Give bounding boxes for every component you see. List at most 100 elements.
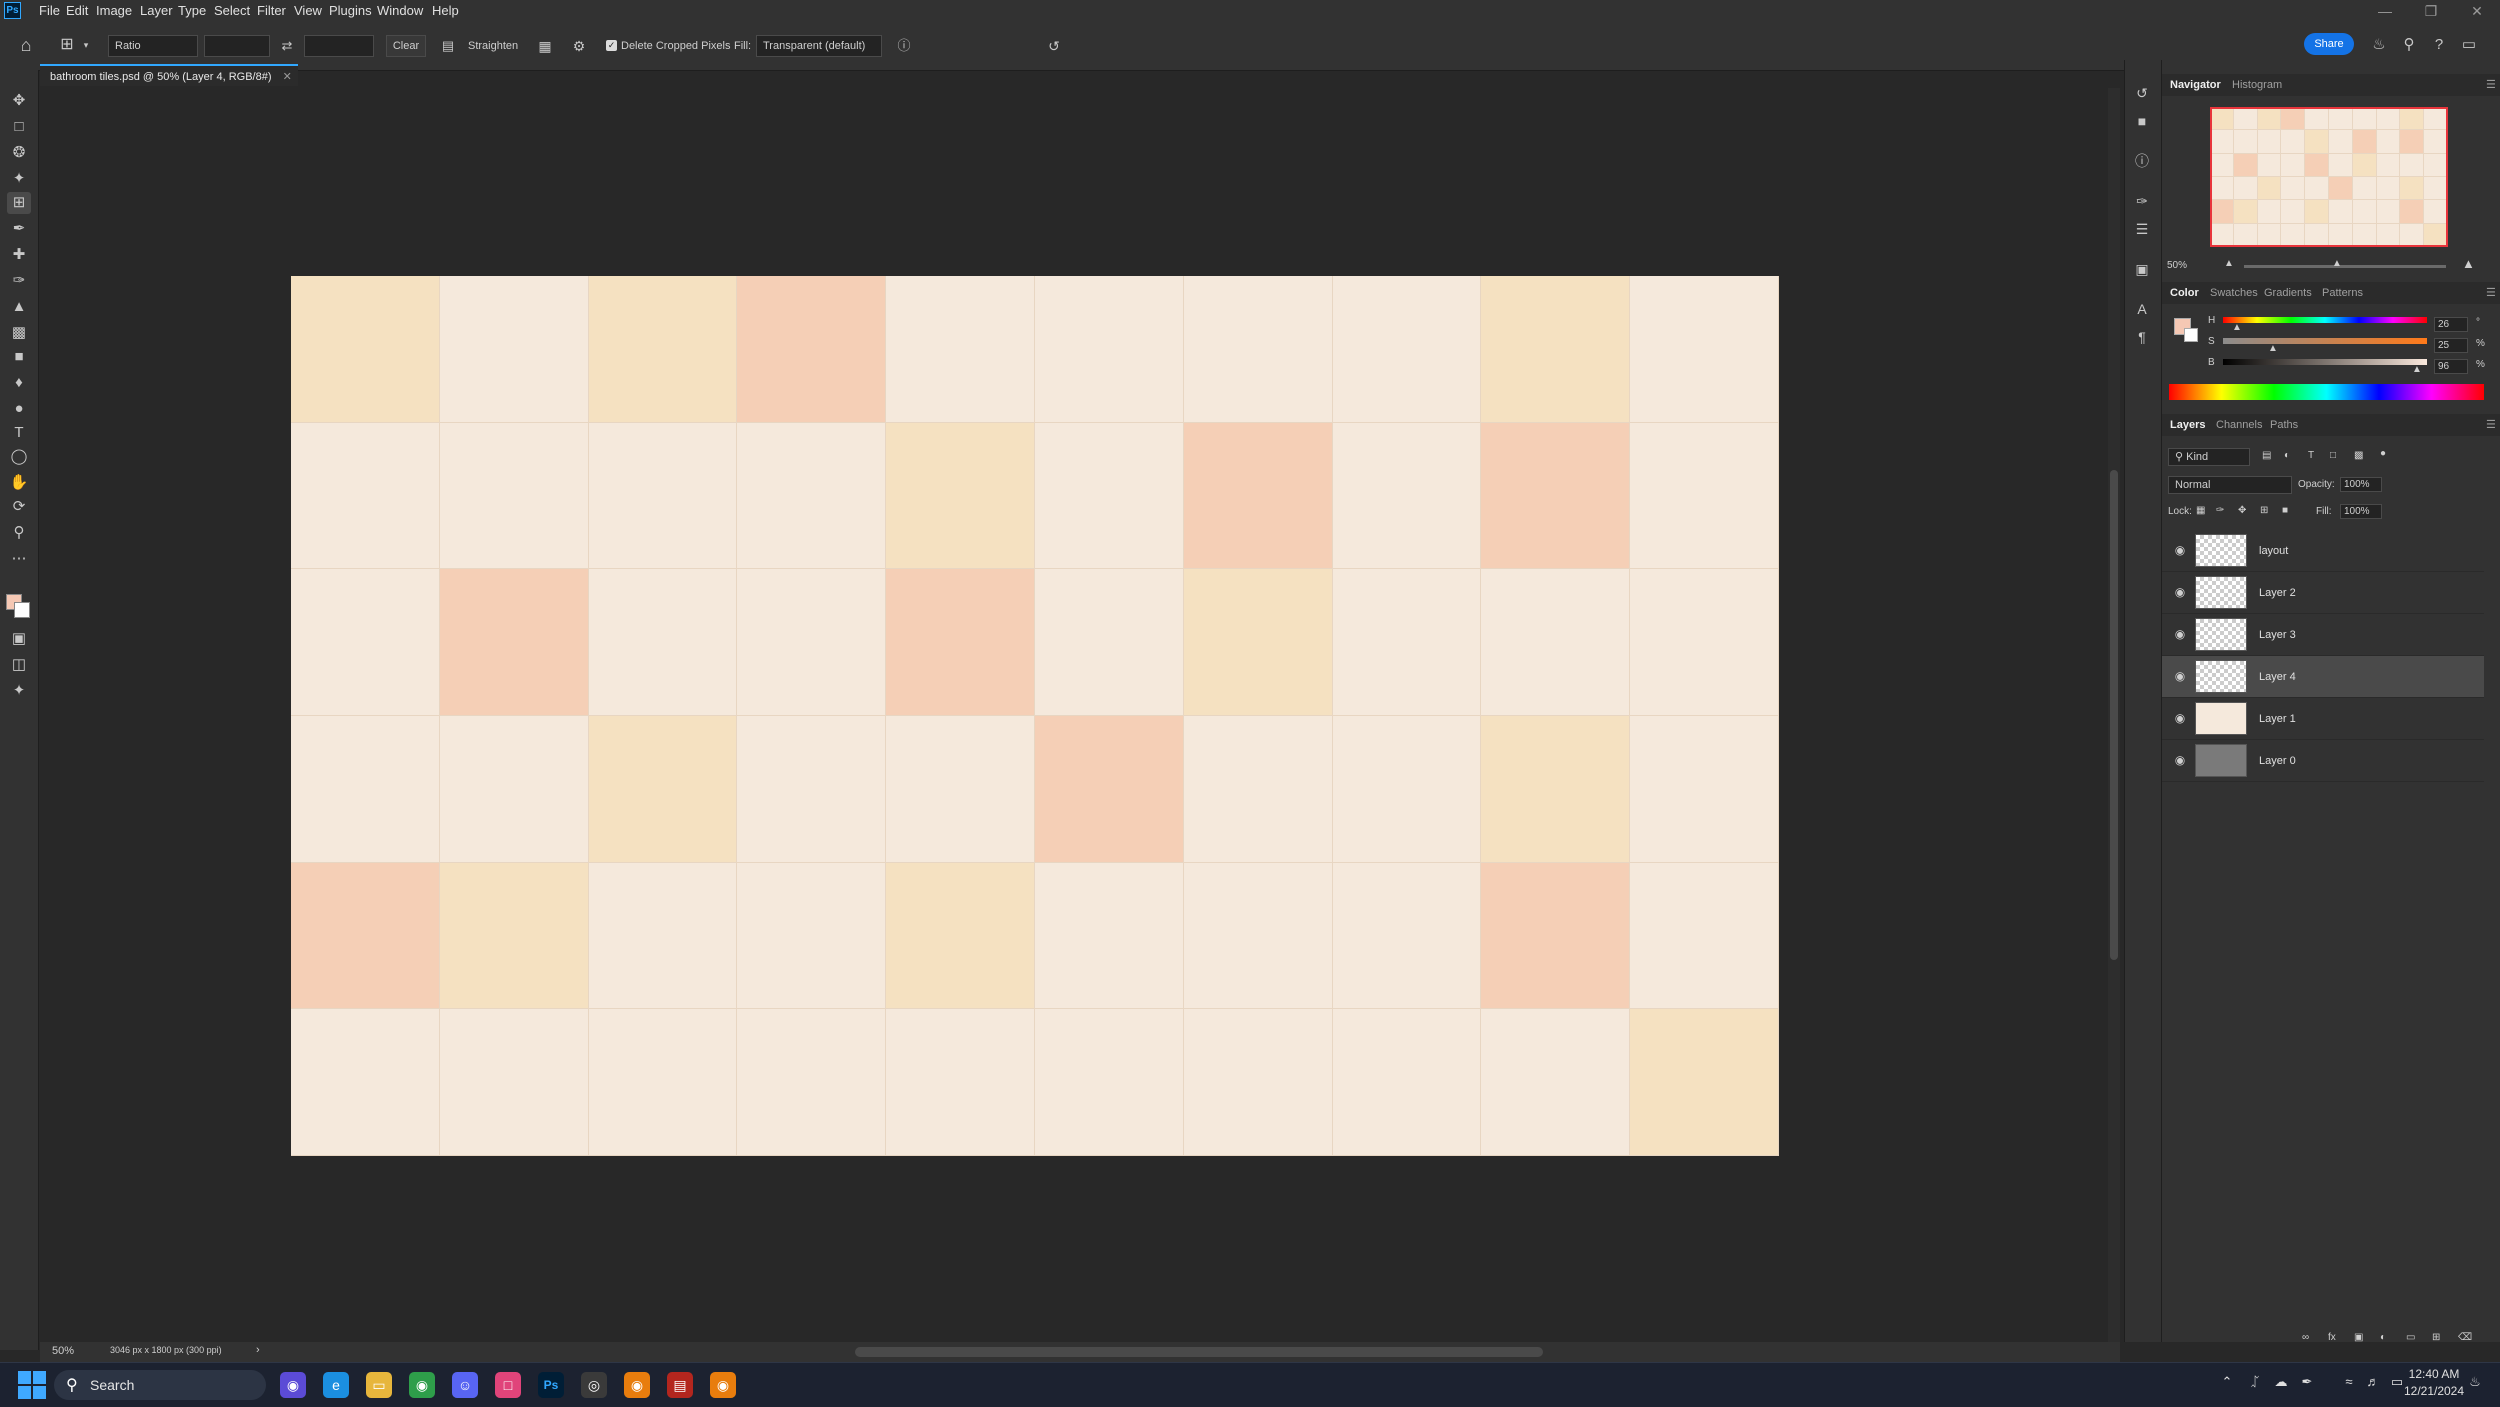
zoom-in-icon[interactable]: ▲ [2462, 256, 2475, 271]
new-group-icon[interactable]: ▭ [2406, 1332, 2415, 1343]
visibility-eye-icon[interactable]: ◉ [2173, 543, 2187, 557]
hue-value-field[interactable]: 26 [2434, 317, 2468, 332]
quick-mask-icon[interactable]: ▣ [7, 628, 31, 650]
layer-row[interactable]: ◉ Layer 1 [2162, 698, 2484, 740]
layer-row[interactable]: ◉ Layer 2 [2162, 572, 2484, 614]
opacity-field[interactable]: 100% [2340, 477, 2382, 492]
layer-thumbnail[interactable] [2195, 576, 2247, 609]
screen-mode-icon[interactable]: ◫ [7, 654, 31, 676]
gear-icon[interactable]: ⚙ [568, 35, 590, 57]
crop-tool-preset-icon[interactable]: ⊞ [56, 34, 78, 56]
copilot-icon[interactable]: ◉ [280, 1372, 306, 1398]
lock-paint-icon[interactable]: ✑ [2216, 505, 2224, 516]
adjustment-layer-icon[interactable]: ◐ [2380, 1332, 2386, 1343]
link-layers-icon[interactable]: ∞ [2302, 1332, 2309, 1343]
document-tab[interactable]: bathroom tiles.psd @ 50% (Layer 4, RGB/8… [40, 64, 298, 86]
generative-icon[interactable]: ✦ [7, 680, 31, 702]
hand-tool-icon[interactable]: ✋ [7, 472, 31, 494]
filter-shape-icon[interactable]: □ [2330, 450, 2336, 461]
search-icon[interactable]: ⚲ [2398, 34, 2420, 56]
lock-position-icon[interactable]: ✥ [2238, 505, 2246, 516]
crop-tool-icon[interactable]: ⊞ [7, 192, 31, 214]
info-icon[interactable]: ⓘ [894, 35, 914, 57]
straighten-label[interactable]: Straighten [468, 35, 518, 57]
navigator-view-box[interactable] [2210, 107, 2448, 247]
brush-tool-icon[interactable]: ✑ [7, 270, 31, 292]
history-icon[interactable]: ↺ [2131, 82, 2153, 104]
navigator-zoom-handle[interactable]: ▲ [2332, 258, 2342, 269]
paragraph-icon[interactable]: ¶ [2131, 326, 2153, 348]
layers-panel-menu-icon[interactable]: ☰ [2486, 418, 2496, 431]
file-explorer-icon[interactable]: ▭ [366, 1372, 392, 1398]
clone-stamp-tool-icon[interactable]: ▲ [7, 296, 31, 318]
visibility-eye-icon[interactable]: ◉ [2173, 585, 2187, 599]
healing-brush-tool-icon[interactable]: ✚ [7, 244, 31, 266]
wifi-icon[interactable]: ≈ [2340, 1374, 2358, 1389]
menu-plugins[interactable]: Plugins [325, 2, 376, 20]
menu-layer[interactable]: Layer [136, 2, 177, 20]
layer-thumbnail[interactable] [2195, 618, 2247, 651]
help-icon[interactable]: ? [2428, 34, 2450, 56]
panel-menu-icon[interactable]: ☰ [2486, 78, 2496, 91]
magic-wand-tool-icon[interactable]: ✦ [7, 168, 31, 190]
blender-icon[interactable]: ◉ [624, 1372, 650, 1398]
fx-icon[interactable]: fx [2328, 1332, 2336, 1343]
paint-bucket-tool-icon[interactable]: ♦ [7, 372, 31, 394]
color-spectrum-bar[interactable] [2169, 384, 2484, 400]
volume-icon[interactable]: ♬ [2364, 1374, 2382, 1389]
close-button[interactable]: ✕ [2454, 0, 2500, 22]
more-tools-icon[interactable]: ⋯ [7, 548, 31, 570]
fill-select[interactable]: Transparent (default) [756, 35, 882, 57]
layer-thumbnail[interactable] [2195, 660, 2247, 693]
layer-fill-field[interactable]: 100% [2340, 504, 2382, 519]
tab-layers[interactable]: Layers [2164, 415, 2211, 435]
horizontal-scroll-thumb[interactable] [855, 1347, 1543, 1357]
taskbar-search[interactable]: ⚲ Search [54, 1370, 266, 1400]
dodge-tool-icon[interactable]: ● [7, 398, 31, 420]
visibility-eye-icon[interactable]: ◉ [2173, 669, 2187, 683]
clear-button[interactable]: Clear [386, 35, 426, 57]
tab-channels[interactable]: Channels [2210, 415, 2268, 435]
tab-patterns[interactable]: Patterns [2316, 283, 2369, 303]
filter-toggle-icon[interactable]: ● [2380, 448, 2386, 459]
visibility-eye-icon[interactable]: ◉ [2173, 711, 2187, 725]
type-tool-icon[interactable]: T [7, 422, 31, 444]
menu-image[interactable]: Image [92, 2, 136, 20]
tab-navigator[interactable]: Navigator [2164, 75, 2227, 95]
marquee-tool-icon[interactable]: □ [7, 116, 31, 138]
tab-color[interactable]: Color [2164, 283, 2205, 303]
straighten-icon[interactable]: ▤ [438, 35, 458, 57]
menu-edit[interactable]: Edit [62, 2, 92, 20]
layer-name[interactable]: layout [2259, 543, 2288, 559]
layer-row[interactable]: ◉ Layer 0 [2162, 740, 2484, 782]
layer-name[interactable]: Layer 4 [2259, 669, 2296, 685]
clock-time[interactable]: 12:40 AM [2394, 1367, 2474, 1381]
vertical-scroll-thumb[interactable] [2110, 470, 2118, 960]
menu-type[interactable]: Type [174, 2, 210, 20]
bell-icon[interactable]: ♨ [2368, 34, 2390, 56]
blender-alt-icon[interactable]: ◉ [710, 1372, 736, 1398]
instagram-icon[interactable]: □ [495, 1372, 521, 1398]
adjustments-icon[interactable]: ☰ [2131, 218, 2153, 240]
minimize-button[interactable]: — [2362, 0, 2408, 22]
filter-smart-object-icon[interactable]: ▩ [2354, 450, 2363, 461]
delete-cropped-checkbox[interactable]: ✓ [606, 40, 617, 51]
ratio-height-input[interactable] [304, 35, 374, 57]
layer-thumbnail[interactable] [2195, 744, 2247, 777]
layer-row[interactable]: ◉ Layer 3 [2162, 614, 2484, 656]
eraser-tool-icon[interactable]: ▩ [7, 322, 31, 344]
libraries-icon[interactable]: ▣ [2131, 258, 2153, 280]
restore-button[interactable]: ❐ [2408, 0, 2454, 22]
character-icon[interactable]: A [2131, 298, 2153, 320]
reset-icon[interactable]: ↺ [1044, 35, 1064, 57]
notification-bell-icon[interactable]: ♨ [2466, 1374, 2484, 1390]
chrome-icon[interactable]: ◉ [409, 1372, 435, 1398]
layer-name[interactable]: Layer 0 [2259, 753, 2296, 769]
status-arrow-icon[interactable]: › [256, 1344, 260, 1356]
comments-icon[interactable]: ■ [2131, 110, 2153, 132]
add-mask-icon[interactable]: ▣ [2354, 1332, 2363, 1343]
bluetooth-icon[interactable]: ᛢ [2246, 1374, 2264, 1389]
filter-adjustment-icon[interactable]: ◐ [2284, 450, 2290, 461]
ratio-select[interactable]: Ratio [108, 35, 198, 57]
ratio-width-input[interactable] [204, 35, 270, 57]
